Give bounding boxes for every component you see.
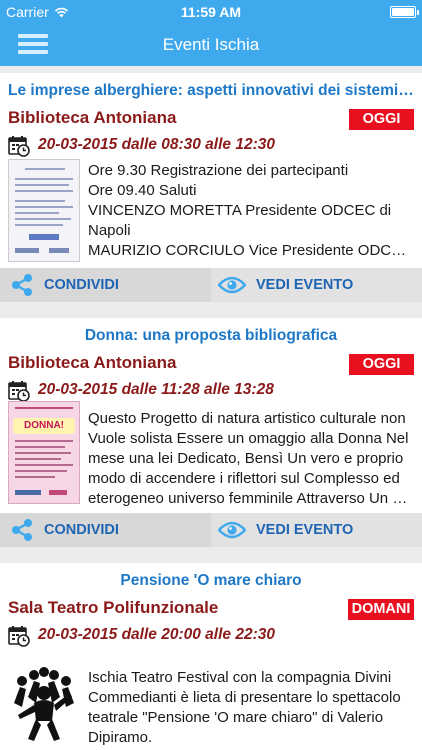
poster-headline: DONNA!	[13, 418, 75, 434]
event-card[interactable]: Le imprese alberghiere: aspetti innovati…	[0, 73, 422, 302]
nav-bar: Eventi Ischia	[0, 24, 422, 66]
view-event-button[interactable]: VEDI EVENTO	[218, 513, 353, 547]
share-button[interactable]: CONDIVIDI	[10, 268, 119, 302]
status-badge: DOMANI	[348, 599, 414, 620]
event-actions: CONDIVIDI VEDI EVENTO	[0, 268, 422, 302]
event-date: 20-03-2015 dalle 08:30 alle 12:30	[38, 136, 275, 153]
status-bar: Carrier 11:59 AM	[0, 0, 422, 24]
status-badge: OGGI	[349, 109, 414, 130]
event-poster-thumbnail[interactable]: DONNA!	[8, 401, 80, 504]
event-venue: Biblioteca Antoniana	[8, 353, 177, 372]
battery-icon	[390, 6, 419, 18]
share-label: CONDIVIDI	[44, 277, 119, 293]
event-card[interactable]: Pensione 'O mare chiaro Sala Teatro Poli…	[0, 563, 422, 750]
event-venue: Sala Teatro Polifunzionale	[8, 598, 219, 617]
calendar-clock-icon	[8, 136, 30, 157]
page-title: Eventi Ischia	[162, 35, 260, 54]
clock: 11:59 AM	[180, 4, 242, 20]
event-poster-thumbnail[interactable]	[8, 159, 80, 262]
share-label: CONDIVIDI	[44, 522, 119, 538]
view-event-button[interactable]: VEDI EVENTO	[218, 268, 353, 302]
share-icon	[12, 519, 32, 541]
share-button[interactable]: CONDIVIDI	[10, 513, 119, 547]
share-icon	[12, 274, 32, 296]
event-actions: CONDIVIDI VEDI EVENTO	[0, 513, 422, 547]
event-description: Questo Progetto di natura artistico cult…	[88, 410, 414, 507]
event-card[interactable]: Donna: una proposta bibliografica Biblio…	[0, 318, 422, 547]
eye-icon	[218, 276, 246, 294]
theatre-performers-icon[interactable]	[10, 663, 78, 743]
view-event-label: VEDI EVENTO	[256, 522, 354, 538]
view-event-label: VEDI EVENTO	[256, 277, 354, 293]
event-venue: Biblioteca Antoniana	[8, 108, 177, 127]
event-description: Ore 9.30 Registrazione dei partecipanti …	[88, 162, 414, 259]
event-date: 20-03-2015 dalle 11:28 alle 13:28	[38, 381, 274, 398]
event-date: 20-03-2015 dalle 20:00 alle 22:30	[38, 626, 275, 643]
calendar-clock-icon	[8, 626, 30, 647]
eye-icon	[218, 521, 246, 539]
event-title[interactable]: Le imprese alberghiere: aspetti innovati…	[8, 80, 414, 102]
event-description: Ischia Teatro Festival con la compagnia …	[88, 669, 401, 746]
event-title[interactable]: Pensione 'O mare chiaro	[8, 570, 414, 592]
calendar-clock-icon	[8, 381, 30, 402]
status-badge: OGGI	[349, 354, 414, 375]
event-title[interactable]: Donna: una proposta bibliografica	[8, 325, 414, 347]
